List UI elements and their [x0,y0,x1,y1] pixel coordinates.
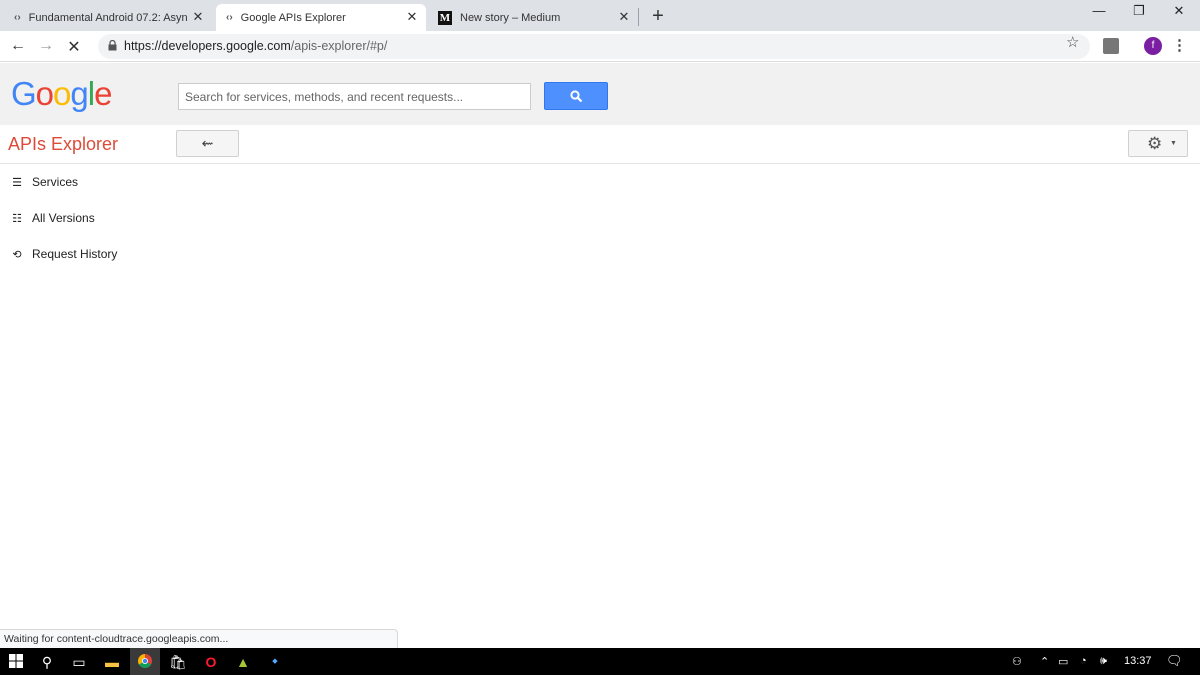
windows-taskbar: ⚲ ▭ ▬ 🛍 O ▲ ◆ ⚇ ⌃ ▭ ◔ 🕪 13:37 🗨 [0,648,1200,675]
sidebar-item-label: Request History [32,247,118,261]
app-icon[interactable]: ◆ [266,653,284,671]
browser-tab-strip: ‹› Fundamental Android 07.2: Asyn ✕ ‹› G… [0,0,1200,31]
history-icon: ⟲ [12,248,22,261]
close-tab-icon[interactable]: ✕ [616,9,632,25]
logo-letter: G [11,75,37,112]
forward-arrow-icon[interactable]: → [36,37,56,55]
logo-letter: o [35,75,54,112]
browser-toolbar: ← → ✕ https://developers.google.com/apis… [0,31,1200,62]
store-icon[interactable]: 🛍 [169,653,187,671]
code-icon: ‹› [14,12,21,23]
logo-letter: o [53,75,71,112]
wifi-icon[interactable]: ◔ [1080,655,1087,667]
close-tab-icon[interactable]: ✕ [404,9,420,25]
logo-letter: e [94,75,112,112]
extension-icon[interactable] [1103,38,1119,54]
browser-tab-apis-explorer[interactable]: ‹› Google APIs Explorer ✕ [216,4,426,31]
list-icon: ☰ [12,176,22,189]
google-logo[interactable]: Google [11,75,112,113]
volume-icon[interactable]: 🕪 [1100,655,1107,668]
restore-button[interactable]: ❐ [1128,3,1150,19]
close-tab-icon[interactable]: ✕ [190,9,206,25]
back-button[interactable]: ⇜ [176,130,239,157]
versions-icon: ☷ [12,212,22,225]
chrome-icon[interactable] [136,653,154,671]
loading-stop-icon[interactable]: ✕ [64,37,84,57]
url-path: /apis-explorer/#p/ [290,39,388,53]
search-icon[interactable]: ⚲ [38,653,56,671]
clock[interactable]: 13:37 [1124,655,1152,667]
android-studio-icon[interactable]: ▲ [234,653,252,671]
code-icon: ‹› [226,12,233,23]
lock-icon [108,40,117,51]
sidebar-item-request-history[interactable]: ⟲ Request History [10,244,117,264]
tab-title: Fundamental Android 07.2: Asyn [28,11,188,24]
search-button[interactable] [544,82,608,110]
bookmark-star-icon[interactable]: ☆ [1066,33,1079,51]
notification-icon[interactable]: 🗨 [1166,653,1183,669]
battery-icon[interactable]: ▭ [1058,655,1068,668]
google-header: Google [0,63,1200,125]
medium-icon: M [438,10,452,25]
back-arrow-icon[interactable]: ← [8,37,28,55]
search-icon [570,90,583,103]
tab-divider [638,8,639,26]
browser-tab-fundamental-android[interactable]: ‹› Fundamental Android 07.2: Asyn ✕ [4,4,212,31]
chevron-down-icon: ▼ [1170,140,1177,147]
sidebar-item-label: Services [32,175,79,189]
back-arrow-icon: ⇜ [201,135,214,151]
browser-status-bubble: Waiting for content-cloudtrace.googleapi… [0,629,398,648]
search-input[interactable] [178,83,531,110]
windows-start-icon[interactable] [7,653,25,671]
minimize-button[interactable]: — [1088,3,1110,18]
url-text: https://developers.google.com/apis-explo… [124,39,387,53]
sidebar-item-label: All Versions [32,211,95,225]
more-menu-icon[interactable]: ⋮ [1172,36,1187,54]
close-window-button[interactable]: ✕ [1168,3,1190,19]
sidebar-item-services[interactable]: ☰ Services [10,172,78,192]
people-icon[interactable]: ⚇ [1012,655,1022,668]
address-bar[interactable]: https://developers.google.com/apis-explo… [98,34,1090,59]
new-tab-button[interactable]: + [648,5,668,28]
apis-explorer-bar: APIs Explorer ⇜ ⚙ ▼ [0,125,1200,164]
logo-letter: g [70,75,88,112]
opera-icon[interactable]: O [202,653,220,671]
browser-tab-medium[interactable]: M New story – Medium ✕ [428,4,638,31]
url-host: https://developers.google.com [124,39,291,53]
settings-button[interactable]: ⚙ ▼ [1128,130,1188,157]
tab-title: New story – Medium [460,11,561,24]
chevron-up-icon[interactable]: ⌃ [1040,655,1049,668]
sidebar-item-all-versions[interactable]: ☷ All Versions [10,208,95,228]
gear-icon: ⚙ [1147,134,1163,153]
file-explorer-icon[interactable]: ▬ [103,653,121,671]
page-title: APIs Explorer [8,134,119,154]
profile-avatar[interactable]: f [1144,37,1162,55]
tab-title: Google APIs Explorer [240,11,346,24]
task-view-icon[interactable]: ▭ [70,653,88,671]
